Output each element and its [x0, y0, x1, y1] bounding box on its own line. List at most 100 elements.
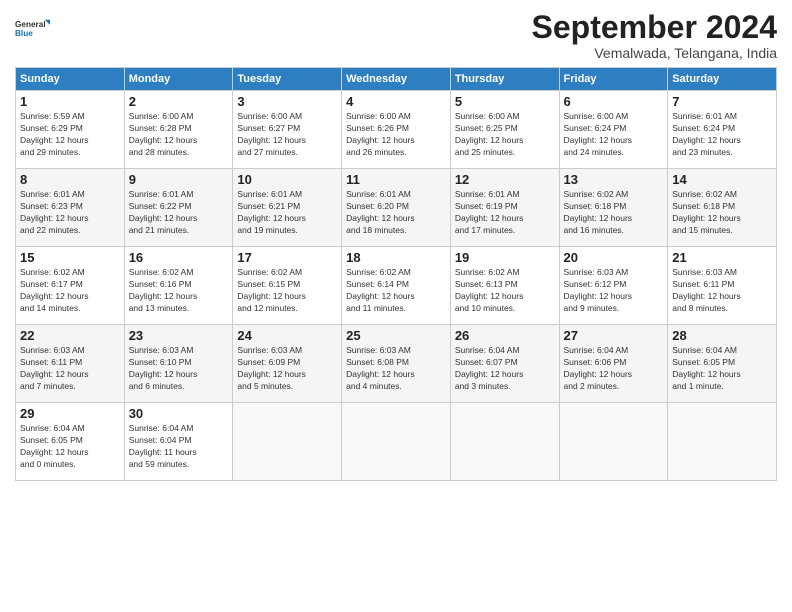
calendar-cell: 4Sunrise: 6:00 AM Sunset: 6:26 PM Daylig…: [342, 91, 451, 169]
month-title: September 2024: [532, 10, 777, 45]
calendar-cell: 1 Sunrise: 5:59 AM Sunset: 6:29 PM Daylig…: [16, 91, 125, 169]
calendar-cell: 3 Sunrise: 6:00 AM Sunset: 6:27 PM Daylig…: [233, 91, 342, 169]
day-detail: Sunrise: 6:02 AM Sunset: 6:15 PM Dayligh…: [237, 267, 337, 315]
day-number: 28: [672, 328, 772, 343]
day-detail: Sunrise: 6:01 AM Sunset: 6:23 PM Dayligh…: [20, 189, 120, 237]
day-number: 14: [672, 172, 772, 187]
day-number: 2: [129, 94, 229, 109]
calendar-cell: 15Sunrise: 6:02 AM Sunset: 6:17 PM Dayli…: [16, 247, 125, 325]
day-detail: Sunrise: 6:01 AM Sunset: 6:19 PM Dayligh…: [455, 189, 555, 237]
day-detail: Sunrise: 6:04 AM Sunset: 6:05 PM Dayligh…: [20, 423, 120, 471]
calendar-cell: 10 Sunrise: 6:01 AM Sunset: 6:21 PM Dayli…: [233, 169, 342, 247]
day-number: 26: [455, 328, 555, 343]
svg-text:General: General: [15, 20, 46, 29]
calendar-cell: 13 Sunrise: 6:02 AM Sunset: 6:18 PM Dayli…: [559, 169, 668, 247]
day-number: 4: [346, 94, 446, 109]
day-detail: Sunrise: 6:02 AM Sunset: 6:16 PM Dayligh…: [129, 267, 229, 315]
subtitle: Vemalwada, Telangana, India: [532, 45, 777, 61]
day-detail: Sunrise: 6:03 AM Sunset: 6:09 PM Dayligh…: [237, 345, 337, 393]
day-detail: Sunrise: 6:03 AM Sunset: 6:10 PM Dayligh…: [129, 345, 229, 393]
calendar-cell: [668, 403, 777, 481]
col-header-thursday: Thursday: [450, 68, 559, 91]
calendar-cell: 20 Sunrise: 6:03 AM Sunset: 6:12 PM Dayli…: [559, 247, 668, 325]
day-number: 12: [455, 172, 555, 187]
col-header-wednesday: Wednesday: [342, 68, 451, 91]
day-number: 23: [129, 328, 229, 343]
calendar-cell: 16Sunrise: 6:02 AM Sunset: 6:16 PM Dayli…: [124, 247, 233, 325]
col-header-monday: Monday: [124, 68, 233, 91]
day-detail: Sunrise: 6:04 AM Sunset: 6:06 PM Dayligh…: [564, 345, 664, 393]
logo: General Blue: [15, 10, 51, 46]
day-detail: Sunrise: 6:03 AM Sunset: 6:08 PM Dayligh…: [346, 345, 446, 393]
calendar-cell: 12 Sunrise: 6:01 AM Sunset: 6:19 PM Dayli…: [450, 169, 559, 247]
day-detail: Sunrise: 6:00 AM Sunset: 6:25 PM Dayligh…: [455, 111, 555, 159]
day-number: 13: [564, 172, 664, 187]
day-number: 9: [129, 172, 229, 187]
title-block: September 2024 Vemalwada, Telangana, Ind…: [532, 10, 777, 61]
day-detail: Sunrise: 6:02 AM Sunset: 6:13 PM Dayligh…: [455, 267, 555, 315]
calendar-cell: 8 Sunrise: 6:01 AM Sunset: 6:23 PM Daylig…: [16, 169, 125, 247]
day-number: 19: [455, 250, 555, 265]
calendar-table: SundayMondayTuesdayWednesdayThursdayFrid…: [15, 67, 777, 481]
calendar-cell: 25 Sunrise: 6:03 AM Sunset: 6:08 PM Dayli…: [342, 325, 451, 403]
calendar-cell: 18 Sunrise: 6:02 AM Sunset: 6:14 PM Dayli…: [342, 247, 451, 325]
calendar-cell: [450, 403, 559, 481]
calendar-cell: 14 Sunrise: 6:02 AM Sunset: 6:18 PM Dayli…: [668, 169, 777, 247]
day-number: 8: [20, 172, 120, 187]
day-detail: Sunrise: 6:03 AM Sunset: 6:12 PM Dayligh…: [564, 267, 664, 315]
calendar-cell: 19 Sunrise: 6:02 AM Sunset: 6:13 PM Dayli…: [450, 247, 559, 325]
calendar-cell: [233, 403, 342, 481]
day-number: 17: [237, 250, 337, 265]
calendar-cell: 6 Sunrise: 6:00 AM Sunset: 6:24 PM Daylig…: [559, 91, 668, 169]
day-detail: Sunrise: 6:02 AM Sunset: 6:18 PM Dayligh…: [564, 189, 664, 237]
day-detail: Sunrise: 6:01 AM Sunset: 6:24 PM Dayligh…: [672, 111, 772, 159]
calendar-cell: 22 Sunrise: 6:03 AM Sunset: 6:11 PM Dayli…: [16, 325, 125, 403]
day-detail: Sunrise: 6:04 AM Sunset: 6:04 PM Dayligh…: [129, 423, 229, 471]
calendar-cell: 9 Sunrise: 6:01 AM Sunset: 6:22 PM Daylig…: [124, 169, 233, 247]
day-number: 27: [564, 328, 664, 343]
day-number: 29: [20, 406, 120, 421]
day-number: 30: [129, 406, 229, 421]
header: General Blue September 2024 Vemalwada, T…: [15, 10, 777, 61]
day-detail: Sunrise: 6:02 AM Sunset: 6:14 PM Dayligh…: [346, 267, 446, 315]
day-number: 20: [564, 250, 664, 265]
day-detail: Sunrise: 6:02 AM Sunset: 6:17 PM Dayligh…: [20, 267, 120, 315]
calendar-cell: 30 Sunrise: 6:04 AM Sunset: 6:04 PM Dayli…: [124, 403, 233, 481]
calendar-cell: 11 Sunrise: 6:01 AM Sunset: 6:20 PM Dayli…: [342, 169, 451, 247]
day-detail: Sunrise: 6:00 AM Sunset: 6:24 PM Dayligh…: [564, 111, 664, 159]
day-detail: Sunrise: 6:01 AM Sunset: 6:21 PM Dayligh…: [237, 189, 337, 237]
calendar-cell: 21 Sunrise: 6:03 AM Sunset: 6:11 PM Dayli…: [668, 247, 777, 325]
calendar-cell: 17 Sunrise: 6:02 AM Sunset: 6:15 PM Dayli…: [233, 247, 342, 325]
calendar-cell: 28 Sunrise: 6:04 AM Sunset: 6:05 PM Dayli…: [668, 325, 777, 403]
day-number: 10: [237, 172, 337, 187]
calendar-cell: 5 Sunrise: 6:00 AM Sunset: 6:25 PM Daylig…: [450, 91, 559, 169]
day-number: 5: [455, 94, 555, 109]
calendar-cell: 7 Sunrise: 6:01 AM Sunset: 6:24 PM Daylig…: [668, 91, 777, 169]
day-detail: Sunrise: 6:03 AM Sunset: 6:11 PM Dayligh…: [20, 345, 120, 393]
day-number: 1: [20, 94, 120, 109]
calendar-cell: [559, 403, 668, 481]
day-detail: Sunrise: 6:04 AM Sunset: 6:05 PM Dayligh…: [672, 345, 772, 393]
day-number: 18: [346, 250, 446, 265]
day-detail: Sunrise: 6:00 AM Sunset: 6:27 PM Dayligh…: [237, 111, 337, 159]
calendar-cell: 2 Sunrise: 6:00 AM Sunset: 6:28 PM Daylig…: [124, 91, 233, 169]
day-number: 25: [346, 328, 446, 343]
calendar-cell: 26Sunrise: 6:04 AM Sunset: 6:07 PM Dayli…: [450, 325, 559, 403]
calendar-cell: 27 Sunrise: 6:04 AM Sunset: 6:06 PM Dayli…: [559, 325, 668, 403]
day-number: 3: [237, 94, 337, 109]
day-number: 11: [346, 172, 446, 187]
day-number: 6: [564, 94, 664, 109]
col-header-sunday: Sunday: [16, 68, 125, 91]
col-header-friday: Friday: [559, 68, 668, 91]
day-detail: Sunrise: 6:00 AM Sunset: 6:28 PM Dayligh…: [129, 111, 229, 159]
day-detail: Sunrise: 5:59 AM Sunset: 6:29 PM Dayligh…: [20, 111, 120, 159]
day-number: 22: [20, 328, 120, 343]
day-number: 7: [672, 94, 772, 109]
day-number: 21: [672, 250, 772, 265]
day-detail: Sunrise: 6:03 AM Sunset: 6:11 PM Dayligh…: [672, 267, 772, 315]
day-detail: Sunrise: 6:02 AM Sunset: 6:18 PM Dayligh…: [672, 189, 772, 237]
col-header-saturday: Saturday: [668, 68, 777, 91]
calendar-cell: [342, 403, 451, 481]
day-detail: Sunrise: 6:01 AM Sunset: 6:22 PM Dayligh…: [129, 189, 229, 237]
day-detail: Sunrise: 6:01 AM Sunset: 6:20 PM Dayligh…: [346, 189, 446, 237]
